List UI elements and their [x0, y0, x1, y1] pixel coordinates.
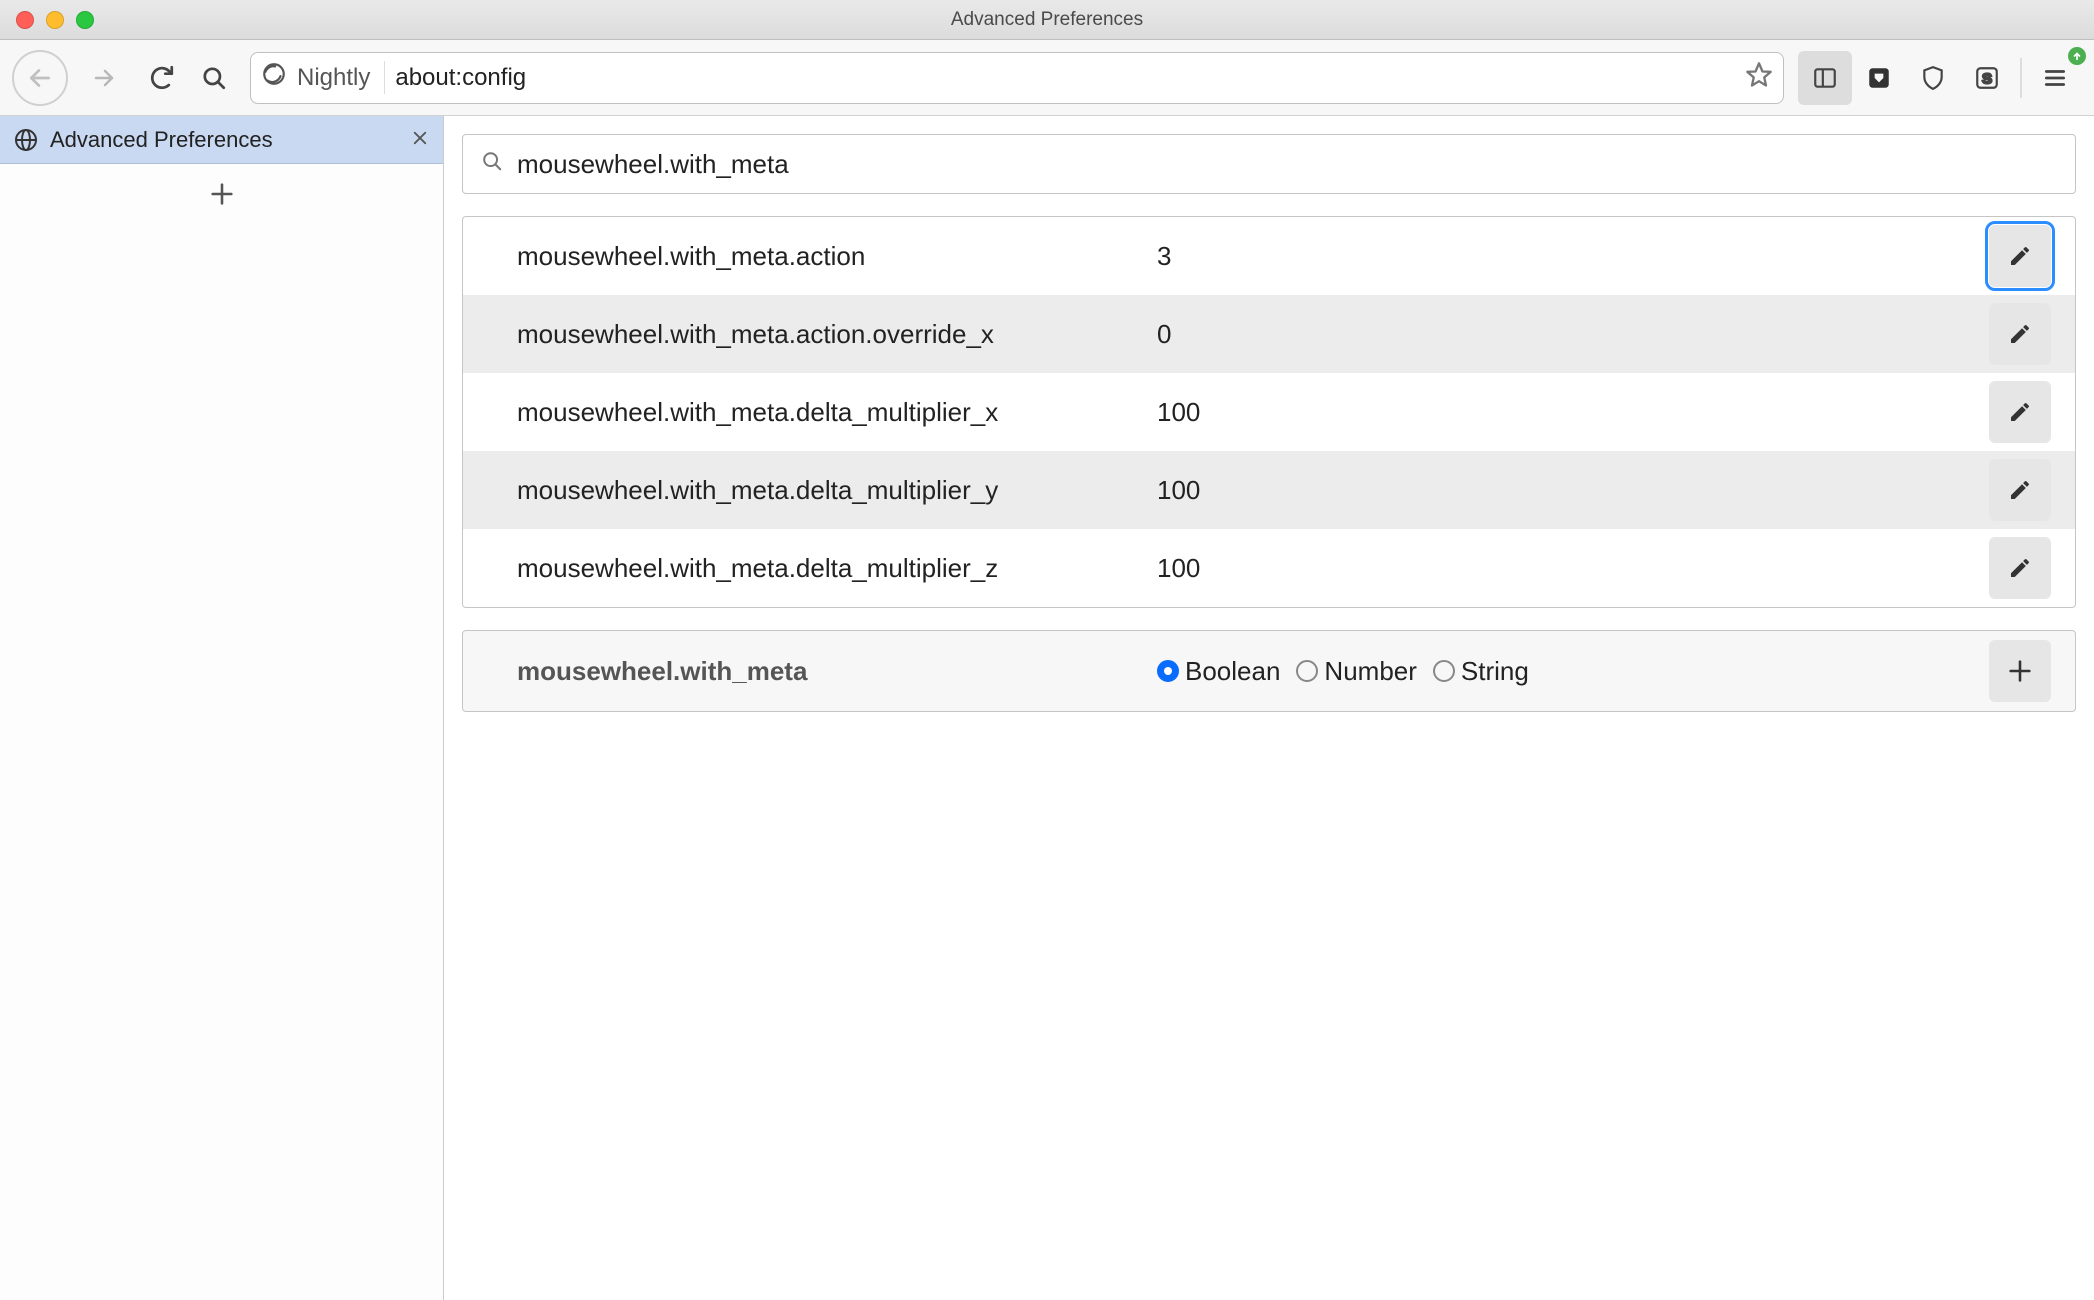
url-path: about:config — [395, 64, 526, 92]
tab-label: Advanced Preferences — [50, 127, 273, 153]
toolbar-right: S — [1798, 51, 2082, 105]
back-button[interactable] — [12, 50, 68, 106]
edit-pref-button[interactable] — [1989, 381, 2051, 443]
window-title: Advanced Preferences — [0, 9, 2094, 31]
search-icon — [481, 150, 503, 178]
app-menu-button[interactable] — [2028, 51, 2082, 105]
radio-label: String — [1461, 656, 1529, 687]
pref-row: mousewheel.with_meta.action3 — [463, 217, 2075, 295]
pref-value: 100 — [1157, 475, 1989, 506]
pref-value: 100 — [1157, 553, 1989, 584]
edit-pref-button[interactable] — [1989, 225, 2051, 287]
pref-name: mousewheel.with_meta.delta_multiplier_y — [517, 475, 1157, 506]
pref-type-options: Boolean Number String — [1157, 656, 1989, 687]
separator — [2020, 58, 2022, 98]
pocket-icon[interactable] — [1852, 51, 1906, 105]
edit-pref-button[interactable] — [1989, 459, 2051, 521]
forward-button[interactable] — [76, 50, 132, 106]
pref-row: mousewheel.with_meta.action.override_x0 — [463, 295, 2075, 373]
add-pref-button[interactable] — [1989, 640, 2051, 702]
pref-type-radio[interactable]: Number — [1296, 656, 1416, 687]
pref-name: mousewheel.with_meta.delta_multiplier_x — [517, 397, 1157, 428]
pref-name: mousewheel.with_meta.delta_multiplier_z — [517, 553, 1157, 584]
pref-name: mousewheel.with_meta.action.override_x — [517, 319, 1157, 350]
star-icon[interactable] — [1745, 61, 1773, 95]
titlebar: Advanced Preferences — [0, 0, 2094, 40]
main: Advanced Preferences mousewheel.with_met… — [0, 116, 2094, 1300]
url-bar[interactable]: Nightly about:config — [250, 52, 1784, 104]
pref-value: 3 — [1157, 241, 1989, 272]
pref-search-input[interactable] — [517, 149, 2057, 180]
tab-advanced-preferences[interactable]: Advanced Preferences — [0, 116, 443, 164]
pref-search-box[interactable] — [462, 134, 2076, 194]
firefox-icon — [261, 61, 287, 94]
radio-icon — [1157, 660, 1179, 682]
identity-box[interactable]: Nightly — [261, 61, 385, 94]
radio-label: Boolean — [1185, 656, 1280, 687]
prefs-table: mousewheel.with_meta.action3mousewheel.w… — [462, 216, 2076, 608]
pref-value: 100 — [1157, 397, 1989, 428]
shield-icon[interactable] — [1906, 51, 1960, 105]
browser-toolbar: Nightly about:config S — [0, 40, 2094, 116]
new-tab-button[interactable] — [0, 164, 443, 224]
edit-pref-button[interactable] — [1989, 303, 2051, 365]
new-pref-row: mousewheel.with_meta Boolean Number String — [462, 630, 2076, 712]
reload-button[interactable] — [140, 56, 184, 100]
radio-icon — [1296, 660, 1318, 682]
search-button[interactable] — [192, 56, 236, 100]
edit-pref-button[interactable] — [1989, 537, 2051, 599]
globe-icon — [14, 128, 38, 152]
radio-icon — [1433, 660, 1455, 682]
update-badge-icon — [2068, 47, 2086, 65]
identity-label: Nightly — [297, 64, 370, 92]
svg-text:S: S — [1982, 70, 1992, 87]
about-config-content: mousewheel.with_meta.action3mousewheel.w… — [444, 116, 2094, 1300]
pref-row: mousewheel.with_meta.delta_multiplier_y1… — [463, 451, 2075, 529]
pref-type-radio[interactable]: Boolean — [1157, 656, 1280, 687]
radio-label: Number — [1324, 656, 1416, 687]
pref-row: mousewheel.with_meta.delta_multiplier_z1… — [463, 529, 2075, 607]
pref-type-radio[interactable]: String — [1433, 656, 1529, 687]
tab-sidebar: Advanced Preferences — [0, 116, 444, 1300]
close-tab-button[interactable] — [411, 128, 429, 152]
pref-value: 0 — [1157, 319, 1989, 350]
pref-name: mousewheel.with_meta.action — [517, 241, 1157, 272]
sidebar-toggle-icon[interactable] — [1798, 51, 1852, 105]
extension-s-icon[interactable]: S — [1960, 51, 2014, 105]
pref-row: mousewheel.with_meta.delta_multiplier_x1… — [463, 373, 2075, 451]
new-pref-name: mousewheel.with_meta — [517, 656, 1157, 687]
